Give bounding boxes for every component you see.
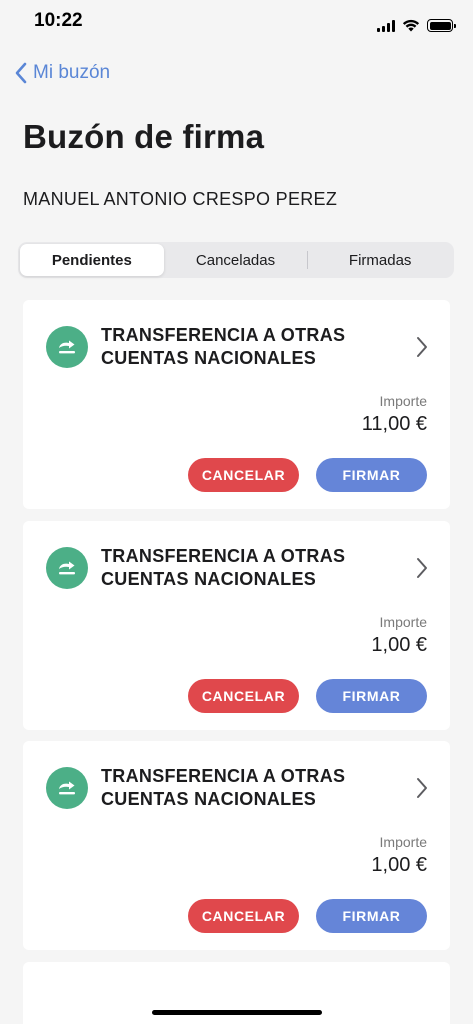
signature-card[interactable]: TRANSFERENCIA A OTRAS CUENTAS NACIONALES… (23, 300, 450, 509)
amount-value: 1,00 € (371, 854, 427, 876)
battery-icon (427, 19, 456, 32)
transfer-icon (46, 326, 88, 368)
status-bar: 10:22 (0, 0, 473, 44)
sign-button[interactable]: FIRMAR (316, 458, 427, 492)
transfer-icon (46, 547, 88, 589)
home-indicator[interactable] (152, 1010, 322, 1015)
tab-pendientes[interactable]: Pendientes (20, 244, 164, 276)
sign-button[interactable]: FIRMAR (316, 679, 427, 713)
tab-canceladas[interactable]: Canceladas (164, 244, 308, 276)
cancel-button[interactable]: CANCELAR (188, 679, 299, 713)
page-title: Buzón de firma (23, 118, 265, 155)
signature-card[interactable]: TRANSFERENCIA A OTRAS CUENTAS NACIONALES… (23, 741, 450, 950)
wifi-icon (402, 19, 420, 32)
signature-card[interactable]: TRANSFERENCIA A OTRAS CUENTAS NACIONALES… (23, 521, 450, 730)
status-time: 10:22 (34, 10, 83, 31)
card-title: TRANSFERENCIA A OTRAS CUENTAS NACIONALES (101, 766, 346, 809)
amount-label: Importe (379, 834, 427, 850)
card-title: TRANSFERENCIA A OTRAS CUENTAS NACIONALES (101, 546, 346, 589)
cancel-button[interactable]: CANCELAR (188, 458, 299, 492)
card-title: TRANSFERENCIA A OTRAS CUENTAS NACIONALES (101, 325, 346, 368)
sign-button[interactable]: FIRMAR (316, 899, 427, 933)
chevron-right-icon[interactable] (416, 336, 428, 358)
chevron-right-icon[interactable] (416, 557, 428, 579)
cancel-button[interactable]: CANCELAR (188, 899, 299, 933)
amount-label: Importe (379, 393, 427, 409)
tab-firmadas[interactable]: Firmadas (308, 244, 452, 276)
amount-value: 1,00 € (371, 634, 427, 656)
back-button[interactable]: Mi buzón (14, 62, 110, 84)
back-button-label: Mi buzón (33, 62, 111, 83)
amount-label: Importe (379, 614, 427, 630)
tabs-segmented-control: Pendientes Canceladas Firmadas (18, 242, 454, 278)
chevron-left-icon (15, 62, 27, 84)
cellular-signal-icon (377, 19, 395, 32)
user-name: MANUEL ANTONIO CRESPO PEREZ (23, 189, 338, 209)
amount-value: 11,00 € (361, 413, 427, 435)
chevron-right-icon[interactable] (416, 777, 428, 799)
transfer-icon (46, 767, 88, 809)
status-icons (377, 19, 456, 32)
